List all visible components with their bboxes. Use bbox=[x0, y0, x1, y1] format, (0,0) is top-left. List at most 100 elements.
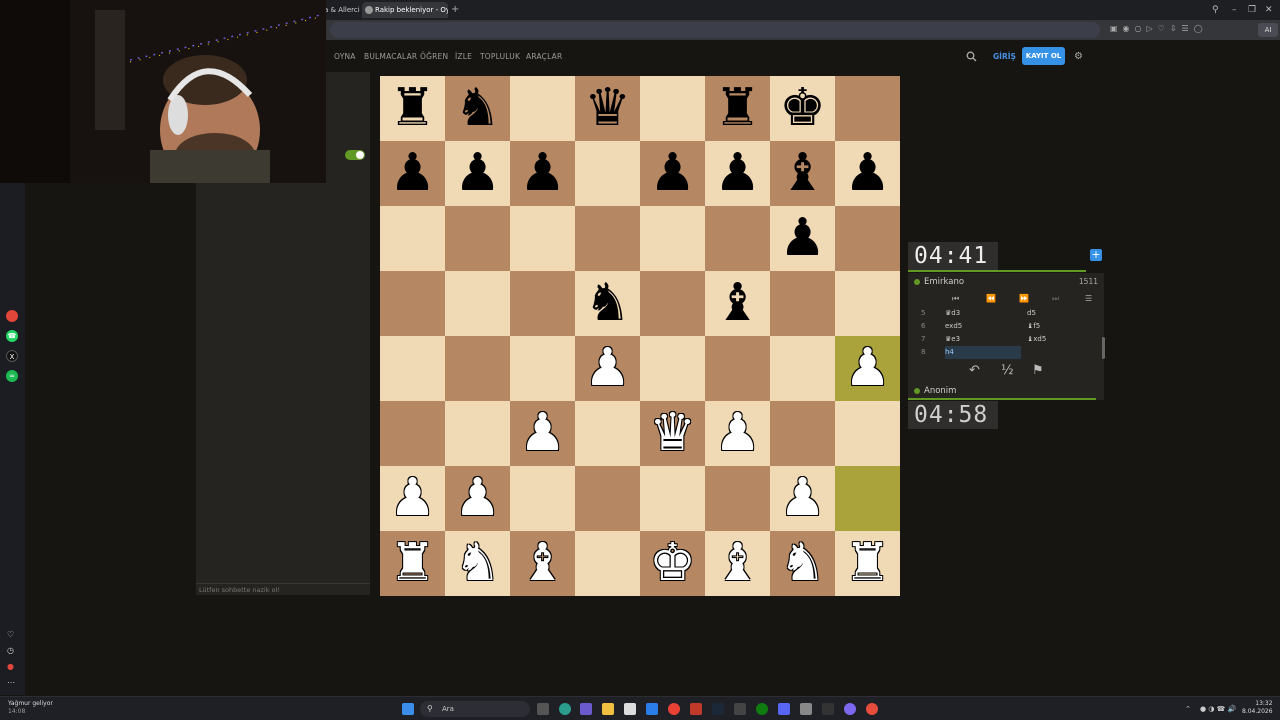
piece-g1[interactable]: ♞ bbox=[770, 531, 835, 596]
history-icon[interactable]: ◷ bbox=[7, 646, 14, 656]
square-c8[interactable] bbox=[510, 76, 575, 141]
nav-topluluk[interactable]: TOPLULUK bbox=[480, 52, 520, 61]
close-button[interactable]: ✕ bbox=[1265, 3, 1273, 17]
square-c5[interactable] bbox=[510, 271, 575, 336]
next-move-icon[interactable]: ⏩ bbox=[1019, 293, 1029, 305]
piece-e7[interactable]: ♟ bbox=[640, 141, 705, 206]
taskbar-clock[interactable]: 13:32 8.04.2026 bbox=[1242, 700, 1273, 716]
browser-tab-active[interactable]: Rakip bekleniyor - Oyna l bbox=[362, 2, 448, 18]
piece-f5[interactable]: ♝ bbox=[705, 271, 770, 336]
heart-icon[interactable]: ♡ bbox=[7, 630, 14, 640]
piece-h4[interactable]: ♟ bbox=[835, 336, 900, 401]
piece-e3[interactable]: ♛ bbox=[640, 401, 705, 466]
explorer-icon[interactable] bbox=[602, 703, 614, 715]
draw-offer-button[interactable]: ½ bbox=[1001, 363, 1014, 379]
chat-input[interactable]: Lütfen sohbette nazik ol! bbox=[196, 583, 370, 596]
square-h3[interactable] bbox=[835, 401, 900, 466]
obs-icon[interactable] bbox=[844, 703, 856, 715]
takeback-icon[interactable]: ↶ bbox=[969, 363, 980, 379]
square-f6[interactable] bbox=[705, 206, 770, 271]
square-d2[interactable] bbox=[575, 466, 640, 531]
square-a3[interactable] bbox=[380, 401, 445, 466]
piece-a8[interactable]: ♜ bbox=[380, 76, 445, 141]
square-c4[interactable] bbox=[510, 336, 575, 401]
piece-a1[interactable]: ♜ bbox=[380, 531, 445, 596]
piece-g6[interactable]: ♟ bbox=[770, 206, 835, 271]
white-move-current[interactable]: h4 bbox=[945, 346, 1021, 359]
add-time-icon[interactable]: + bbox=[1090, 249, 1102, 261]
square-e2[interactable] bbox=[640, 466, 705, 531]
piece-a7[interactable]: ♟ bbox=[380, 141, 445, 206]
extension-icons[interactable]: ▣◉○▷♡⇩☰◯ bbox=[1110, 24, 1208, 33]
square-g3[interactable] bbox=[770, 401, 835, 466]
square-e4[interactable] bbox=[640, 336, 705, 401]
square-b5[interactable] bbox=[445, 271, 510, 336]
square-d6[interactable] bbox=[575, 206, 640, 271]
square-h8[interactable] bbox=[835, 76, 900, 141]
store-icon[interactable] bbox=[624, 703, 636, 715]
discord-icon[interactable] bbox=[778, 703, 790, 715]
square-f4[interactable] bbox=[705, 336, 770, 401]
last-move-icon[interactable]: ⏭ bbox=[1052, 293, 1059, 305]
maximize-button[interactable]: ❐ bbox=[1248, 3, 1256, 17]
piece-b1[interactable]: ♞ bbox=[445, 531, 510, 596]
register-button[interactable]: KAYIT OL bbox=[1022, 47, 1065, 65]
white-move[interactable]: exd5 bbox=[945, 320, 962, 333]
tray-icons[interactable]: ● ◑ ☎ 🔊 bbox=[1200, 704, 1236, 714]
square-c6[interactable] bbox=[510, 206, 575, 271]
prev-move-icon[interactable]: ⏪ bbox=[986, 293, 996, 305]
mail-icon[interactable] bbox=[646, 703, 658, 715]
app-icon[interactable] bbox=[866, 703, 878, 715]
nav-oyna[interactable]: OYNA bbox=[334, 52, 356, 61]
taskbar-search[interactable]: ⚲ Ara bbox=[420, 701, 530, 717]
piece-b8[interactable]: ♞ bbox=[445, 76, 510, 141]
piece-g2[interactable]: ♟ bbox=[770, 466, 835, 531]
start-icon[interactable] bbox=[402, 703, 414, 715]
new-tab-button[interactable]: + bbox=[451, 3, 459, 17]
black-move[interactable]: ♝xd5 bbox=[1027, 333, 1046, 346]
opponent-player[interactable]: Emirkano 1511 bbox=[908, 273, 1104, 291]
copilot-icon[interactable] bbox=[580, 703, 592, 715]
gear-icon[interactable]: ⚙ bbox=[1074, 51, 1083, 62]
piece-c1[interactable]: ♝ bbox=[510, 531, 575, 596]
whatsapp-icon[interactable]: ☎ bbox=[6, 330, 18, 342]
steam-icon[interactable] bbox=[712, 703, 724, 715]
opera-gx-icon[interactable] bbox=[690, 703, 702, 715]
piece-f8[interactable]: ♜ bbox=[705, 76, 770, 141]
square-g5[interactable] bbox=[770, 271, 835, 336]
square-b4[interactable] bbox=[445, 336, 510, 401]
square-e8[interactable] bbox=[640, 76, 705, 141]
piece-f7[interactable]: ♟ bbox=[705, 141, 770, 206]
piece-a2[interactable]: ♟ bbox=[380, 466, 445, 531]
piece-g8[interactable]: ♚ bbox=[770, 76, 835, 141]
square-h6[interactable] bbox=[835, 206, 900, 271]
app-icon[interactable] bbox=[6, 310, 18, 322]
login-link[interactable]: GİRİŞ bbox=[993, 52, 1016, 61]
task-view-icon[interactable] bbox=[537, 703, 549, 715]
white-move[interactable]: ♛e3 bbox=[945, 333, 960, 346]
menu-icon[interactable]: ☰ bbox=[1085, 293, 1092, 305]
browser-search-icon[interactable]: ⚲ bbox=[1212, 3, 1219, 17]
record-icon[interactable]: ● bbox=[7, 662, 14, 672]
black-move[interactable]: d5 bbox=[1027, 307, 1036, 320]
xbox-icon[interactable] bbox=[756, 703, 768, 715]
piece-e1[interactable]: ♚ bbox=[640, 531, 705, 596]
square-e5[interactable] bbox=[640, 271, 705, 336]
first-move-icon[interactable]: ⏮ bbox=[952, 293, 959, 305]
app-icon[interactable] bbox=[734, 703, 746, 715]
black-move[interactable]: ♝f5 bbox=[1027, 320, 1040, 333]
x-icon[interactable]: X bbox=[6, 350, 18, 362]
piece-h1[interactable]: ♜ bbox=[835, 531, 900, 596]
resign-flag-icon[interactable]: ⚑ bbox=[1032, 363, 1044, 379]
search-icon[interactable] bbox=[966, 51, 977, 62]
piece-f3[interactable]: ♟ bbox=[705, 401, 770, 466]
app-icon[interactable] bbox=[800, 703, 812, 715]
square-h5[interactable] bbox=[835, 271, 900, 336]
piece-d8[interactable]: ♛ bbox=[575, 76, 640, 141]
url-field[interactable] bbox=[330, 22, 1100, 38]
piece-c3[interactable]: ♟ bbox=[510, 401, 575, 466]
white-move[interactable]: ♛d3 bbox=[945, 307, 960, 320]
square-a5[interactable] bbox=[380, 271, 445, 336]
edge-icon[interactable] bbox=[559, 703, 571, 715]
nav-araclar[interactable]: ARAÇLAR bbox=[526, 52, 562, 61]
